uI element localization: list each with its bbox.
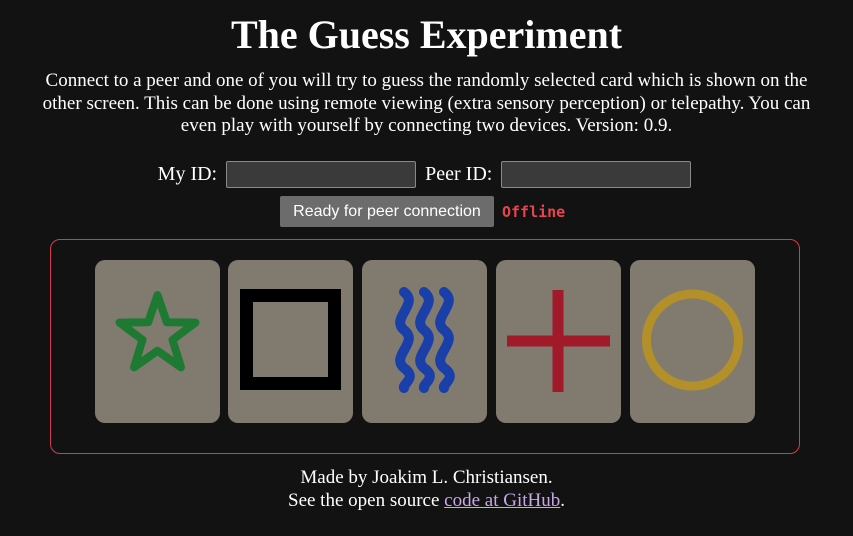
card-star[interactable]	[95, 260, 220, 423]
footer: Made by Joakim L. Christiansen. See the …	[0, 466, 853, 512]
source-prefix: See the open source	[288, 490, 445, 511]
star-icon	[115, 291, 200, 372]
intro-text: Connect to a peer and one of you will tr…	[42, 70, 811, 136]
source-suffix: .	[560, 490, 565, 511]
connection-status-badge: Offline	[502, 202, 566, 221]
github-link[interactable]: code at GitHub	[444, 490, 560, 511]
id-row: My ID: Peer ID:	[0, 158, 853, 190]
card-square[interactable]	[228, 260, 353, 423]
cross-icon	[507, 290, 610, 392]
ready-for-peer-button[interactable]: Ready for peer connection	[280, 196, 494, 227]
waves-icon	[395, 287, 455, 393]
page-title: The Guess Experiment	[230, 12, 623, 57]
card-circle[interactable]	[630, 260, 755, 423]
peer-id-label: Peer ID:	[425, 162, 493, 185]
author-credit: Made by Joakim L. Christiansen.	[300, 467, 553, 488]
source-line: See the open source code at GitHub.	[0, 489, 853, 512]
connection-row: Ready for peer connection Offline	[280, 196, 565, 227]
card-cross[interactable]	[496, 260, 621, 423]
card-panel	[50, 239, 800, 454]
page: The Guess Experiment Connect to a peer a…	[0, 0, 853, 536]
square-icon	[240, 289, 341, 390]
card-waves[interactable]	[362, 260, 487, 423]
my-id-label: My ID:	[157, 162, 218, 185]
circle-icon	[642, 289, 743, 391]
peer-id-input[interactable]	[501, 160, 692, 188]
my-id-input[interactable]	[226, 160, 417, 188]
